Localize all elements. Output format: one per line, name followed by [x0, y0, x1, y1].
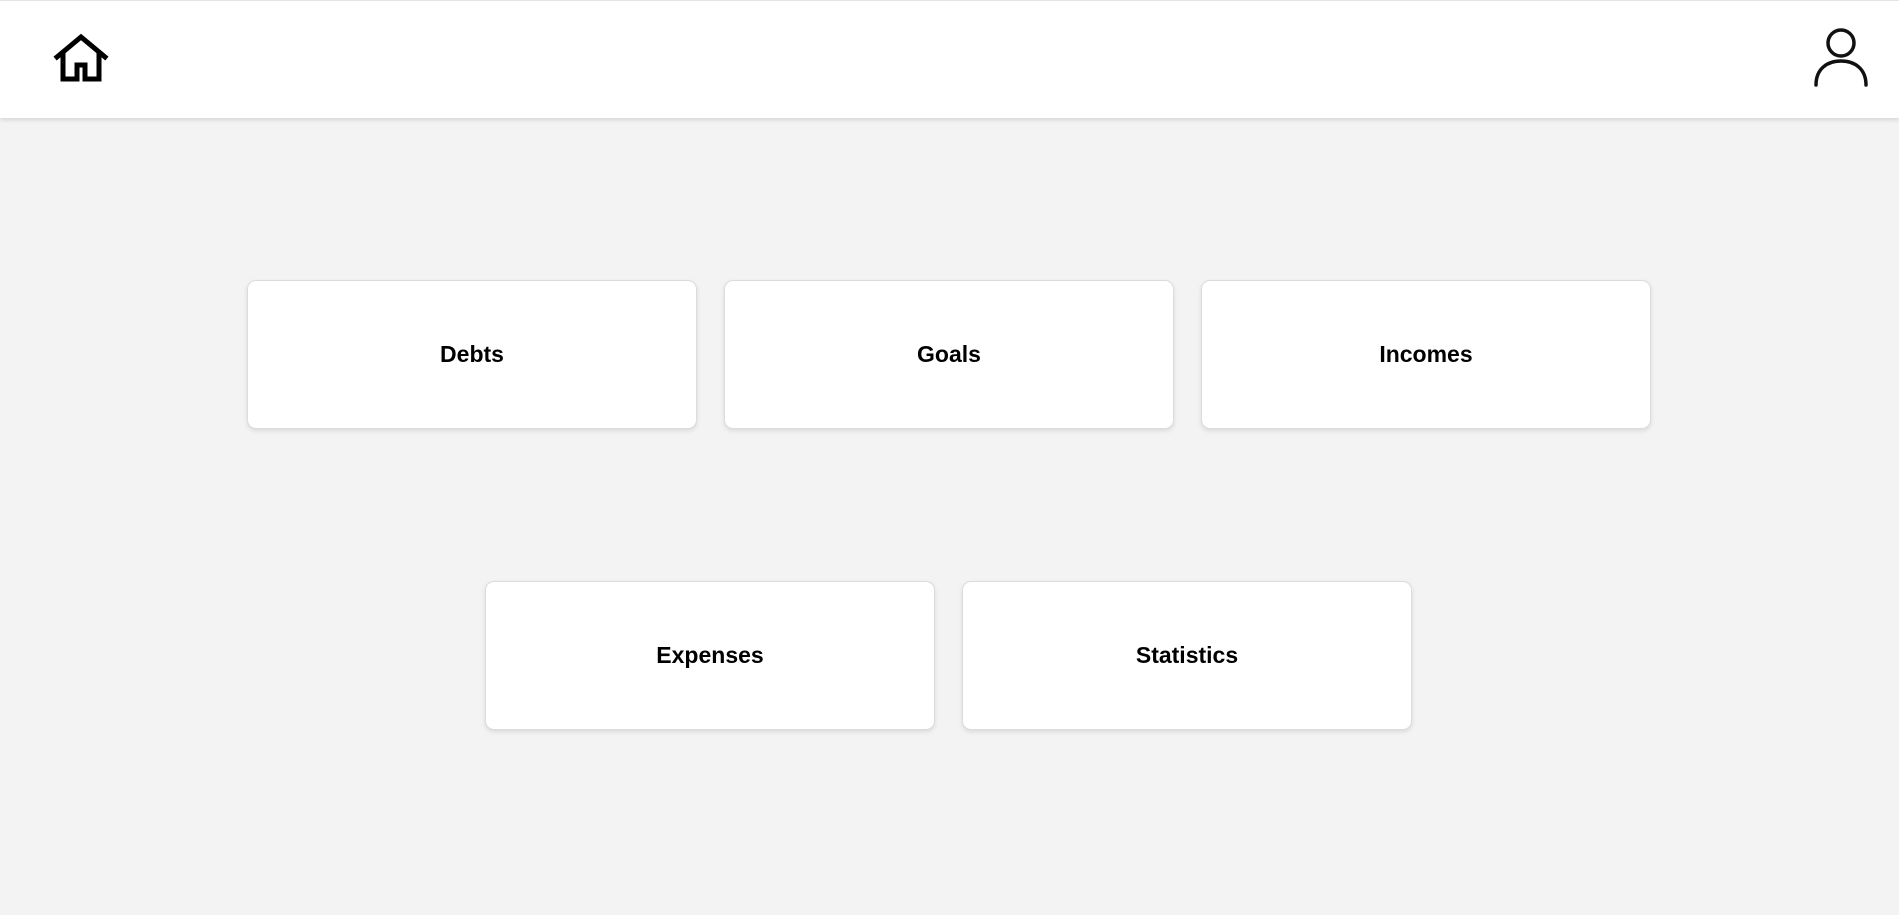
incomes-card[interactable]: Incomes	[1201, 280, 1651, 429]
expenses-card[interactable]: Expenses	[485, 581, 935, 730]
incomes-label: Incomes	[1379, 341, 1473, 367]
statistics-card[interactable]: Statistics	[962, 581, 1412, 730]
expenses-label: Expenses	[656, 642, 764, 668]
goals-card[interactable]: Goals	[724, 280, 1174, 429]
home-icon[interactable]	[53, 33, 109, 83]
statistics-label: Statistics	[1135, 642, 1239, 668]
debts-card[interactable]: Debts	[247, 280, 697, 429]
top-navigation-bar	[0, 0, 1899, 118]
goals-label: Goals	[917, 341, 981, 367]
debts-label: Debts	[440, 341, 504, 367]
user-icon[interactable]	[1812, 27, 1870, 87]
